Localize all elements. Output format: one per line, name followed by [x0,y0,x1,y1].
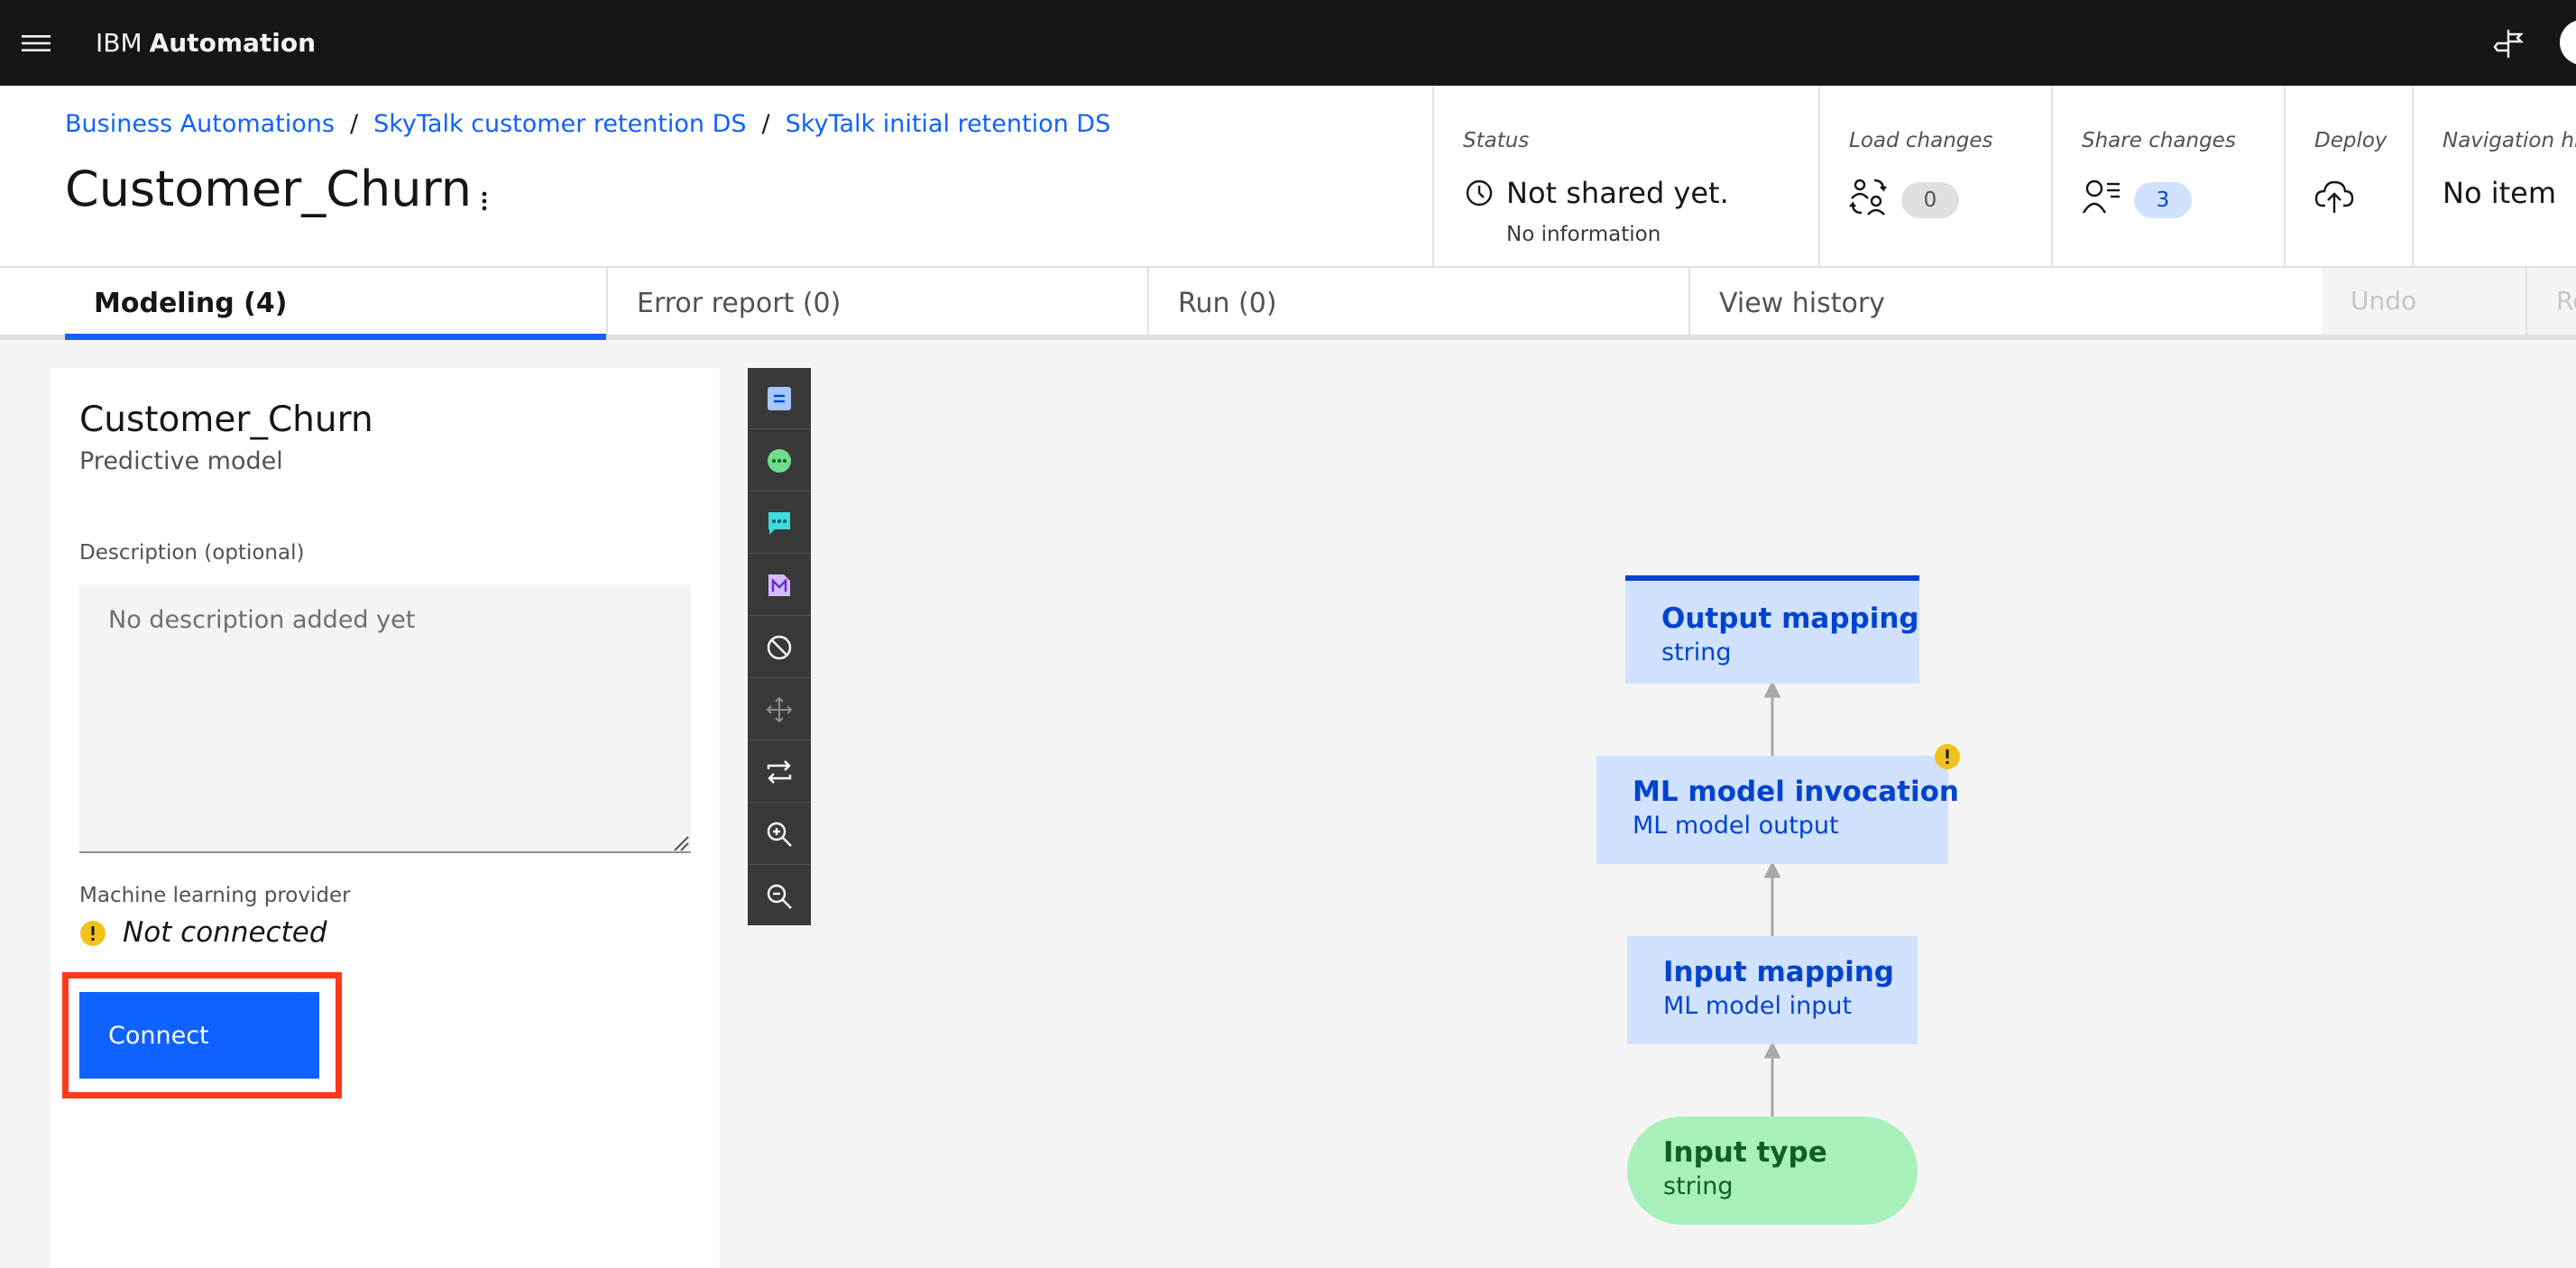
node-title: Output mapping [1661,602,1919,635]
page-header: Business Automations / SkyTalk customer re… [0,86,2576,268]
breadcrumb-separator: / [761,110,770,138]
description-field[interactable] [79,584,691,853]
move-icon[interactable] [748,679,811,740]
status-label: Status [1463,129,1530,152]
description-label: Description (optional) [79,541,305,565]
zoom-out-icon[interactable] [748,866,811,927]
share-changes-icon[interactable] [2082,177,2121,216]
breadcrumb-item-initial-retention[interactable]: SkyTalk initial retention DS [786,110,1111,138]
menu-icon[interactable] [20,27,52,60]
load-changes-section: Load changes 0 [1818,86,2051,268]
brand-prefix: IBM [96,28,143,58]
swap-icon[interactable] [748,741,811,803]
breadcrumb-separator: / [349,110,359,138]
panel-subtitle: Predictive model [79,447,283,475]
diagram-node-output-mapping[interactable]: Output mapping string [1625,575,1919,684]
navigation-history-label: Navigation hi [2443,129,2576,152]
diagram-node-input-type[interactable]: Input type string [1627,1116,1918,1225]
warning-icon [79,920,106,947]
diagram-toolbar [748,368,811,925]
function-node-icon[interactable] [748,430,811,492]
load-changes-count-badge: 0 [1901,182,1959,218]
node-subtitle: ML model output [1633,812,1839,840]
tab-run[interactable]: Run (0) [1147,268,1688,340]
node-subtitle: ML model input [1663,992,1853,1020]
guide-icon[interactable] [2492,27,2525,60]
navigation-history-value: No item [2443,176,2556,210]
comment-icon[interactable] [748,492,811,554]
diagram-node-ml-model-invocation[interactable]: ML model invocation ML model output [1596,756,1959,864]
model-node-icon[interactable] [748,555,811,616]
load-changes-icon[interactable] [1849,177,1889,216]
top-navigation-bar: IBM Automation [0,0,2576,86]
connect-button[interactable]: Connect [79,992,319,1079]
deploy-label: Deploy [2314,129,2387,152]
ml-provider-label: Machine learning provider [79,884,351,907]
node-title: Input mapping [1663,956,1894,988]
breadcrumb-item-customer-retention[interactable]: SkyTalk customer retention DS [373,110,746,138]
node-title: ML model invocation [1633,776,1959,808]
node-subtitle: string [1663,1172,1734,1200]
share-changes-section: Share changes 3 [2051,86,2284,268]
prohibit-icon[interactable] [748,617,811,678]
tab-modeling[interactable]: Modeling (4) [65,268,606,340]
brand-name: Automation [149,28,317,58]
navigation-history-section: Navigation hi No item [2412,86,2576,268]
diagram-node-input-mapping[interactable]: Input mapping ML model input [1627,936,1918,1044]
breadcrumb: Business Automations / SkyTalk customer re… [65,109,1110,140]
status-value: Not shared yet. [1506,176,1729,210]
node-subtitle: string [1661,639,1732,666]
cloud-upload-icon[interactable] [2314,177,2354,216]
tab-view-history[interactable]: View history [1688,268,2320,340]
properties-panel: Customer_Churn Predictive model Descript… [51,368,720,1268]
share-changes-count-badge: 3 [2134,182,2192,218]
node-warning-icon[interactable] [1934,743,1961,770]
app-brand[interactable]: IBM Automation [96,27,316,60]
user-avatar[interactable] [2560,20,2576,65]
zoom-in-icon[interactable] [748,804,811,865]
resize-handle-icon[interactable] [673,835,689,851]
undo-button[interactable]: Undo [2322,268,2525,335]
status-section: Status Not shared yet. No information [1432,86,1818,268]
status-sub: No information [1506,223,1661,246]
share-changes-label: Share changes [2082,129,2236,152]
panel-title: Customer_Churn [79,400,373,440]
clock-icon [1465,179,1494,207]
breadcrumb-item-business-automations[interactable]: Business Automations [65,110,335,138]
node-title: Input type [1663,1136,1827,1169]
overflow-menu-icon[interactable] [474,185,495,217]
decision-node-icon[interactable] [748,368,811,429]
page-title: Customer_Churn [65,161,472,217]
load-changes-label: Load changes [1849,129,1993,152]
tab-error-report[interactable]: Error report (0) [606,268,1147,340]
tab-bar: Modeling (4) Error report (0) Run (0) Vi… [0,268,2576,340]
ml-provider-status: Not connected [123,916,327,949]
redo-button[interactable]: Re [2525,268,2576,335]
deploy-section: Deploy [2284,86,2412,268]
